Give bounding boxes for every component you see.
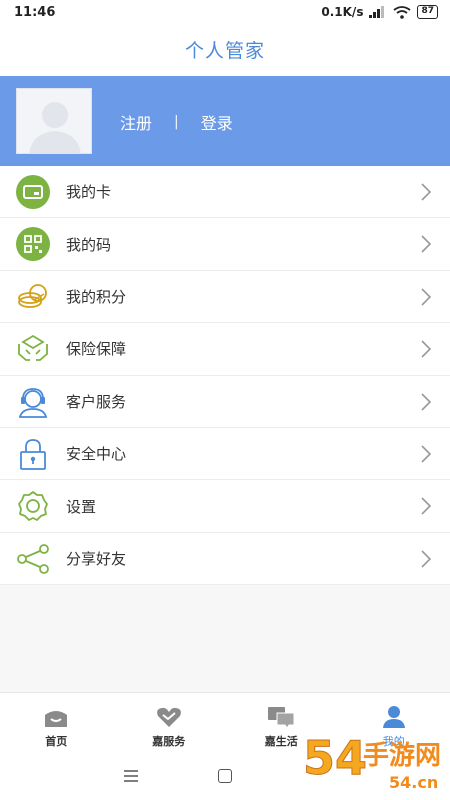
menu-item-my-code[interactable]: 我的码 — [0, 218, 450, 271]
chevron-right-icon — [421, 445, 432, 463]
svg-text:54: 54 — [303, 731, 367, 785]
menu-item-my-points[interactable]: 我的积分 — [0, 271, 450, 324]
chevron-right-icon — [421, 392, 432, 411]
avatar[interactable] — [16, 88, 92, 154]
tab-home[interactable]: 首页 — [0, 693, 113, 754]
menu-label: 设置 — [66, 497, 97, 516]
auth-links: 注册 | 登录 — [120, 110, 233, 134]
menu-lines-icon[interactable] — [124, 770, 138, 782]
menu-label: 分享好友 — [66, 549, 127, 568]
qr-code-icon — [16, 227, 50, 262]
menu-label: 安全中心 — [66, 445, 127, 464]
status-indicators: 0.1K/s 87 — [321, 5, 438, 19]
status-bar: 11:46 0.1K/s 87 — [0, 0, 450, 26]
battery-indicator: 87 — [417, 5, 438, 19]
wifi-icon — [393, 5, 412, 19]
signal-icon — [369, 6, 385, 18]
status-time: 11:46 — [14, 5, 56, 20]
home-square-icon[interactable] — [218, 769, 232, 783]
title-bar: 个人管家 — [0, 26, 450, 76]
tab-jia-service[interactable]: 嘉服务 — [113, 693, 226, 754]
chevron-right-icon — [421, 550, 432, 568]
menu-item-security-center[interactable]: 安全中心 — [0, 428, 450, 481]
chat-bubbles-icon — [268, 707, 295, 729]
insurance-hands-icon — [18, 335, 48, 362]
menu-item-share-friends[interactable]: 分享好友 — [0, 533, 450, 586]
chevron-right-icon — [421, 340, 432, 358]
menu-label: 客户服务 — [66, 392, 127, 411]
menu-item-customer-service[interactable]: 客户服务 — [0, 376, 450, 428]
page-title: 个人管家 — [184, 40, 265, 62]
register-link[interactable]: 注册 — [120, 110, 152, 134]
menu-label: 我的码 — [66, 235, 112, 254]
heart-icon — [156, 707, 181, 727]
avatar-placeholder-icon — [29, 102, 81, 153]
menu-label: 保险保障 — [66, 340, 127, 359]
card-icon — [16, 175, 50, 209]
headset-service-icon — [18, 387, 48, 418]
login-link[interactable]: 登录 — [201, 110, 233, 134]
tab-label: 嘉生活 — [264, 735, 298, 748]
coins-icon — [18, 283, 47, 308]
profile-banner: 注册 | 登录 — [0, 76, 450, 166]
chevron-right-icon — [421, 183, 432, 201]
auth-separator: | — [174, 114, 179, 130]
watermark-logo: 54 手游网 54.cn — [303, 731, 442, 793]
lock-icon — [20, 439, 46, 470]
chevron-right-icon — [421, 288, 432, 306]
chevron-right-icon — [421, 497, 432, 515]
menu-item-my-card[interactable]: 我的卡 — [0, 166, 450, 219]
menu-item-settings[interactable]: 设置 — [0, 480, 450, 533]
tab-label: 首页 — [45, 735, 68, 748]
tab-label: 嘉服务 — [152, 735, 186, 748]
chevron-right-icon — [421, 235, 432, 253]
svg-text:54.cn: 54.cn — [389, 773, 438, 792]
network-speed: 0.1K/s — [321, 5, 364, 19]
menu-list: 我的卡 我的码 我的积分 保险保障 客户服务 安全中心 设置 分享好友 — [0, 166, 450, 586]
share-icon — [17, 543, 49, 574]
menu-label: 我的卡 — [66, 183, 112, 202]
svg-text:手游网: 手游网 — [363, 741, 441, 771]
menu-label: 我的积分 — [66, 287, 127, 306]
gear-icon — [18, 491, 48, 522]
menu-item-insurance[interactable]: 保险保障 — [0, 323, 450, 376]
home-icon — [45, 711, 68, 727]
